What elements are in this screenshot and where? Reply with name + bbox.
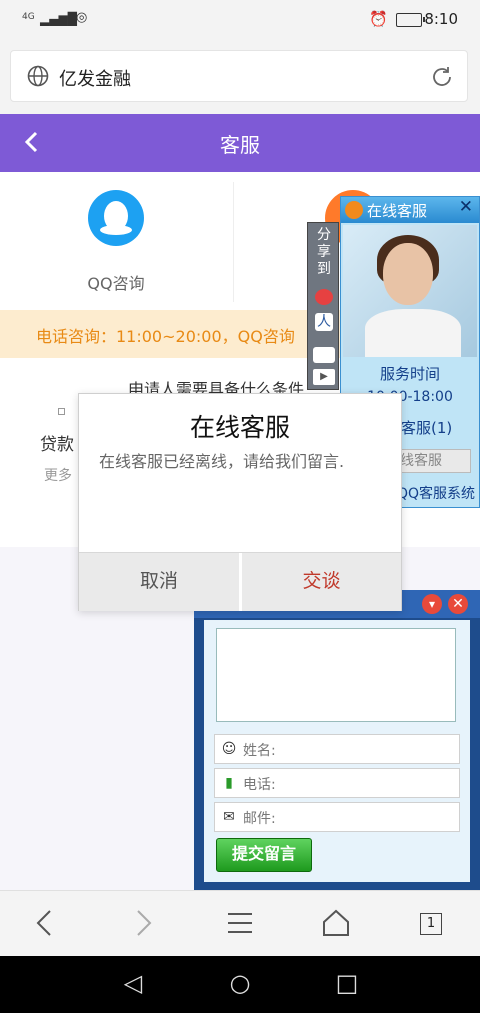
- share-sidebar[interactable]: 分享到 人 ▶: [307, 222, 339, 390]
- back-icon[interactable]: [20, 127, 44, 157]
- menu-icon[interactable]: [220, 903, 260, 943]
- phone-field[interactable]: ▮ 电话:: [214, 768, 460, 798]
- minimize-icon[interactable]: ▾: [422, 594, 442, 614]
- browser-address-area: 亿发金融: [0, 40, 480, 114]
- alarm-icon: ⏰: [369, 10, 388, 28]
- browser-toolbar: 1: [0, 890, 480, 957]
- clock-time: 8:10: [424, 10, 458, 28]
- page-header: 客服: [0, 114, 480, 172]
- globe-icon: [27, 65, 49, 87]
- message-textarea[interactable]: [216, 628, 456, 722]
- status-bar: 4G ▂▄▆█ ◎ ⏰ 8:10: [0, 0, 480, 40]
- talk-button[interactable]: 交谈: [242, 553, 401, 611]
- home-icon[interactable]: [316, 903, 356, 943]
- divider: [233, 182, 234, 302]
- loan-label[interactable]: 贷款: [40, 430, 74, 455]
- battery-icon: [396, 13, 425, 27]
- back-nav-icon[interactable]: [26, 903, 66, 943]
- weibo-icon[interactable]: [315, 289, 333, 305]
- phone-label: 电话:: [243, 777, 276, 793]
- name-label: 姓名:: [243, 743, 276, 759]
- close-icon[interactable]: ✕: [459, 197, 473, 217]
- email-label: 邮件:: [243, 811, 276, 827]
- agent-count: 客服(1): [401, 419, 453, 437]
- collapse-arrow-icon[interactable]: ▶: [313, 369, 335, 385]
- page-title: 客服: [220, 133, 260, 157]
- service-title: 在线客服: [367, 202, 428, 220]
- leave-message-panel: 请您留言 ▾ ✕ ☺ 姓名: ▮ 电话: ✉ 邮件: 提交留言: [194, 590, 480, 890]
- android-navigation-bar: ◁ ○ □: [0, 956, 480, 1013]
- address-text: 亿发金融: [59, 69, 131, 90]
- service-hours-label: 服务时间: [379, 365, 440, 383]
- phone-icon: ▮: [225, 775, 233, 791]
- more-link[interactable]: 更多: [44, 465, 72, 485]
- notice-text: 电话咨询：11:00~20:00，QQ咨询: [36, 327, 295, 346]
- address-bar[interactable]: 亿发金融: [10, 50, 468, 102]
- message-form: ☺ 姓名: ▮ 电话: ✉ 邮件: 提交留言: [204, 620, 470, 882]
- person-icon: ☺: [221, 741, 237, 757]
- qq-icon[interactable]: [88, 190, 144, 246]
- online-service-button[interactable]: 线客服: [391, 449, 471, 473]
- dialog-title: 在线客服: [189, 413, 290, 442]
- dialog-buttons: 取消 交谈: [79, 552, 401, 611]
- service-logo-icon: [345, 201, 363, 219]
- comment-icon[interactable]: [313, 347, 335, 363]
- agent-shirt: [365, 309, 461, 357]
- network-indicator: 4G: [22, 12, 35, 22]
- share-service-icon[interactable]: 人: [315, 313, 333, 331]
- forward-nav-icon[interactable]: [122, 903, 162, 943]
- offline-dialog: 在线客服 在线客服已经离线，请给我们留言. 取消 交谈: [78, 393, 402, 611]
- reload-icon[interactable]: [429, 64, 455, 90]
- hotspot-icon: ◎: [76, 10, 88, 25]
- name-field[interactable]: ☺ 姓名:: [214, 734, 460, 764]
- nav-recent-icon[interactable]: □: [332, 968, 362, 998]
- agent-face: [383, 243, 433, 305]
- close-icon[interactable]: ✕: [448, 594, 468, 614]
- nav-back-icon[interactable]: ◁: [118, 968, 148, 998]
- nav-home-icon[interactable]: ○: [225, 968, 255, 998]
- share-label: 分享到: [317, 227, 331, 277]
- agent-photo: [343, 225, 477, 357]
- dialog-message: 在线客服已经离线，请给我们留言.: [99, 452, 345, 471]
- signal-icon: ▂▄▆█: [40, 12, 77, 26]
- qq-consult-label[interactable]: QQ咨询: [60, 270, 172, 294]
- email-field[interactable]: ✉ 邮件:: [214, 802, 460, 832]
- service-system-label: QQ客服系统: [397, 486, 476, 502]
- envelope-icon: ✉: [223, 809, 235, 825]
- submit-message-button[interactable]: 提交留言: [216, 838, 312, 872]
- bullet-icon: [58, 408, 65, 415]
- cancel-button[interactable]: 取消: [79, 553, 239, 611]
- tabs-count-button[interactable]: 1: [420, 913, 442, 935]
